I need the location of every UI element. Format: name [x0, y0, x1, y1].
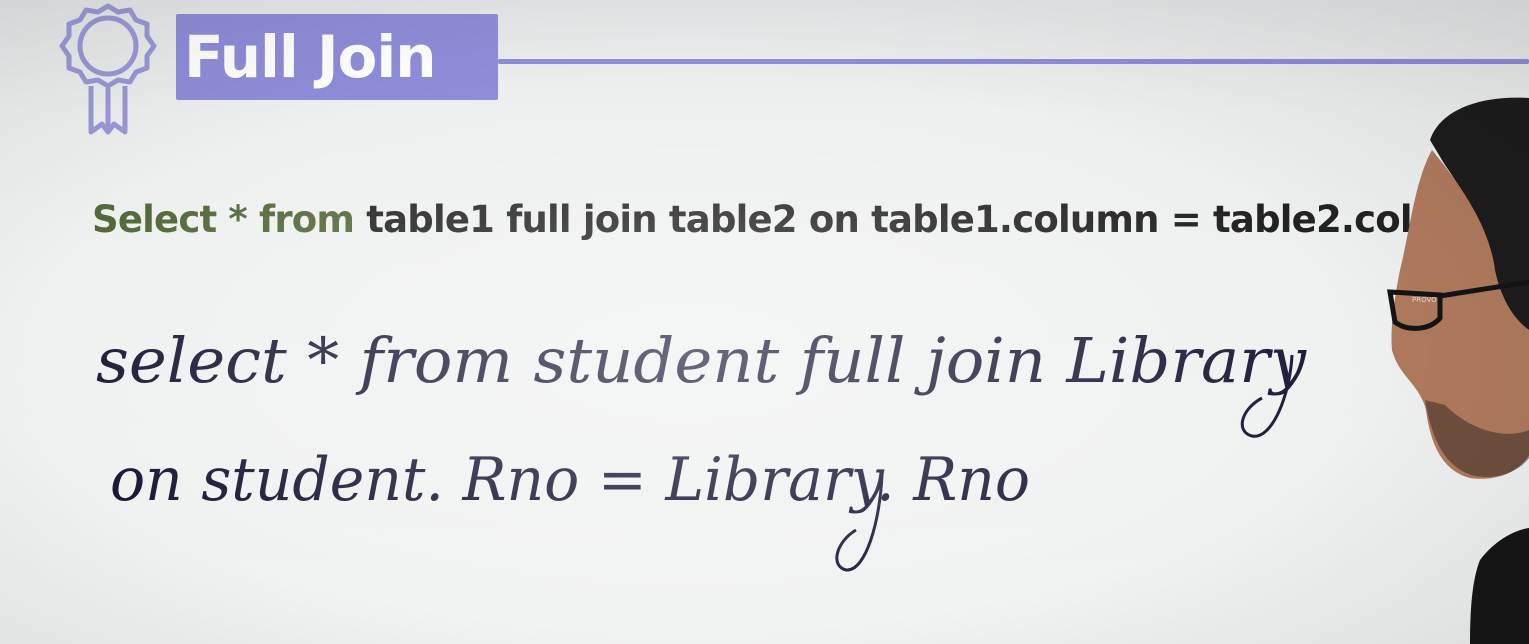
presenter-shirt [1470, 528, 1529, 644]
glasses-brand: PROVO [1412, 296, 1437, 304]
presenter-image: PROVO [1387, 97, 1529, 644]
lecture-slide: Full Join Select * from table1 full join… [0, 0, 1529, 644]
